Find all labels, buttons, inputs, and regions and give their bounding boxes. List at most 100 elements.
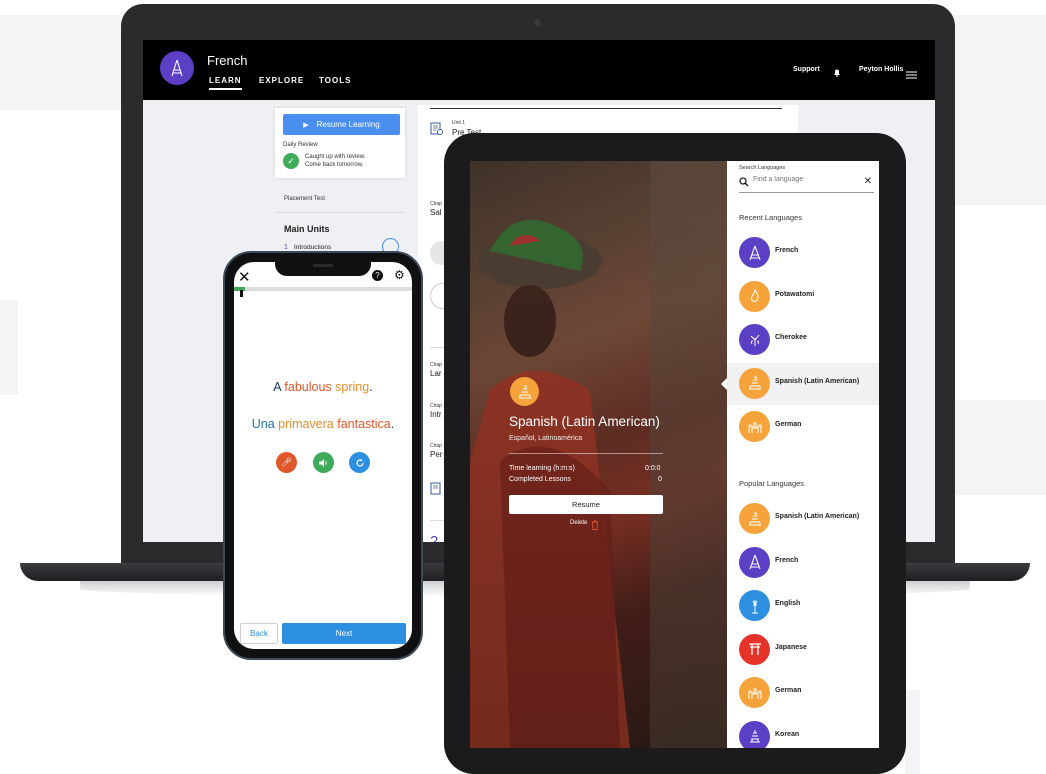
microphone-icon[interactable]: 🎤︎ [276, 452, 297, 473]
language-item[interactable]: Korean [727, 716, 879, 748]
nav-explore[interactable]: EXPLORE [259, 76, 304, 85]
settings-gear-icon[interactable]: ⚙ [394, 268, 405, 282]
target-sentence: Una primavera fantastica. [234, 417, 412, 431]
back-button[interactable]: Back [240, 623, 278, 644]
sentence-word[interactable]: . [391, 417, 394, 431]
resume-button[interactable]: Resume [509, 495, 663, 514]
language-name: Korean [775, 730, 800, 738]
language-name: German [775, 421, 802, 428]
bell-icon[interactable] [833, 64, 841, 77]
language-item[interactable]: German [727, 406, 879, 448]
time-learning-value: 0:0:0 [645, 465, 661, 472]
help-icon[interactable]: ? [372, 270, 383, 281]
language-item[interactable]: German [727, 672, 879, 714]
phone-screen: ✕ ? ⚙ A fabulous spring. Una primavera f… [234, 262, 412, 649]
divider [275, 212, 405, 213]
language-item[interactable]: English [727, 585, 879, 627]
divider [430, 108, 782, 109]
course-language-title: French [207, 53, 248, 68]
top-navigation-bar: French LEARN EXPLORE TOOLS Support Peyto… [143, 40, 935, 100]
flame-icon [739, 280, 770, 312]
eiffel-icon [739, 546, 770, 578]
back-label: Back [250, 629, 268, 638]
nav-tools[interactable]: TOOLS [319, 76, 351, 85]
user-name[interactable]: Peyton Hollis [859, 66, 903, 73]
close-icon[interactable]: ✕ [238, 268, 251, 286]
check-icon: ✓ [283, 153, 299, 169]
review-status: Caught up with review. [305, 154, 366, 160]
language-name: Japanese [775, 643, 807, 651]
search-icon [739, 177, 749, 189]
sentence-word[interactable]: . [369, 380, 372, 394]
time-learning-label: Time learning (h:m:s) [509, 465, 575, 472]
search-input[interactable] [753, 176, 853, 183]
language-item[interactable]: French [727, 232, 879, 274]
trash-icon[interactable] [591, 517, 599, 535]
unit-number: 1 [284, 244, 288, 251]
sentence-word[interactable]: spring [335, 380, 369, 394]
tablet-language-native: Español, Latinoamérica [509, 435, 583, 442]
language-item[interactable]: Cherokee [727, 319, 879, 361]
photo-overlay [470, 161, 727, 748]
language-name: French [775, 556, 799, 564]
placement-test-link[interactable]: Placement Test [284, 196, 325, 202]
castle-icon [739, 677, 770, 708]
menu-icon[interactable] [906, 66, 917, 84]
search-title: Search Languages [739, 165, 786, 171]
sentence-word[interactable]: primavera [278, 417, 337, 431]
chapter-title[interactable]: Lar [430, 369, 442, 378]
chapter-title[interactable]: Intr [430, 410, 442, 419]
play-icon: ▶ [303, 121, 309, 129]
chapter-title[interactable]: Sal [430, 208, 442, 217]
language-name: Potawatomi [775, 290, 815, 298]
language-name: English [775, 600, 801, 607]
progress-marker [240, 290, 243, 297]
test-icon [430, 482, 444, 496]
language-name: Cherokee [775, 334, 807, 341]
liberty-icon [739, 590, 770, 621]
search-field[interactable]: ✕ [739, 175, 874, 193]
language-item[interactable]: French [727, 542, 879, 584]
unit-label: Unit 1 [452, 120, 466, 126]
language-item[interactable]: Japanese [727, 629, 879, 671]
language-item[interactable]: Spanish (Latin American) [727, 498, 879, 540]
sentence-word[interactable]: fantastica [337, 417, 391, 431]
sentence-word[interactable]: A [273, 380, 284, 394]
tablet-screen: Spanish (Latin American) Español, Latino… [470, 161, 879, 748]
support-link[interactable]: Support [793, 66, 820, 73]
speaker-icon[interactable] [313, 452, 334, 473]
pagoda-icon [739, 720, 770, 748]
temple-icon [510, 377, 539, 406]
next-button[interactable]: Next [282, 623, 406, 644]
eiffel-icon [739, 237, 770, 268]
sentence-word[interactable]: fabulous [284, 380, 335, 394]
sentence-word[interactable]: Una [252, 417, 278, 431]
unit-introductions-link[interactable]: Introductions [294, 244, 331, 251]
test-icon [430, 122, 444, 136]
phone-notch [275, 258, 371, 276]
language-item[interactable]: Spanish (Latin American) [727, 362, 879, 405]
resume-learning-label: Resume Learning [316, 120, 380, 129]
eiffel-logo-icon[interactable] [160, 51, 194, 85]
resume-card: ▶ Resume Learning Daily Review ✓ Caught … [275, 108, 405, 178]
delete-link[interactable]: Delete [570, 520, 587, 526]
recent-languages-heading: Recent Languages [739, 213, 802, 222]
background-block [0, 15, 125, 110]
chapter-label: Chap [430, 201, 442, 207]
progress-track [234, 287, 412, 291]
main-units-heading: Main Units [284, 224, 330, 234]
resume-learning-button[interactable]: ▶ Resume Learning [283, 114, 400, 135]
language-item[interactable]: Potawatomi [727, 276, 879, 318]
completed-lessons-label: Completed Lessons [509, 476, 571, 483]
chapter-title[interactable]: Per [430, 450, 442, 459]
selection-pointer [721, 378, 727, 390]
clear-search-icon[interactable]: ✕ [864, 176, 872, 187]
next-label: Next [335, 629, 353, 638]
language-name: Spanish (Latin American) [775, 377, 860, 385]
language-name: French [775, 247, 799, 254]
nav-learn[interactable]: LEARN [209, 76, 242, 90]
chapter-label: Chap [430, 362, 442, 368]
temple-icon [739, 503, 770, 534]
background-block [905, 690, 920, 774]
replay-icon[interactable] [349, 452, 370, 473]
